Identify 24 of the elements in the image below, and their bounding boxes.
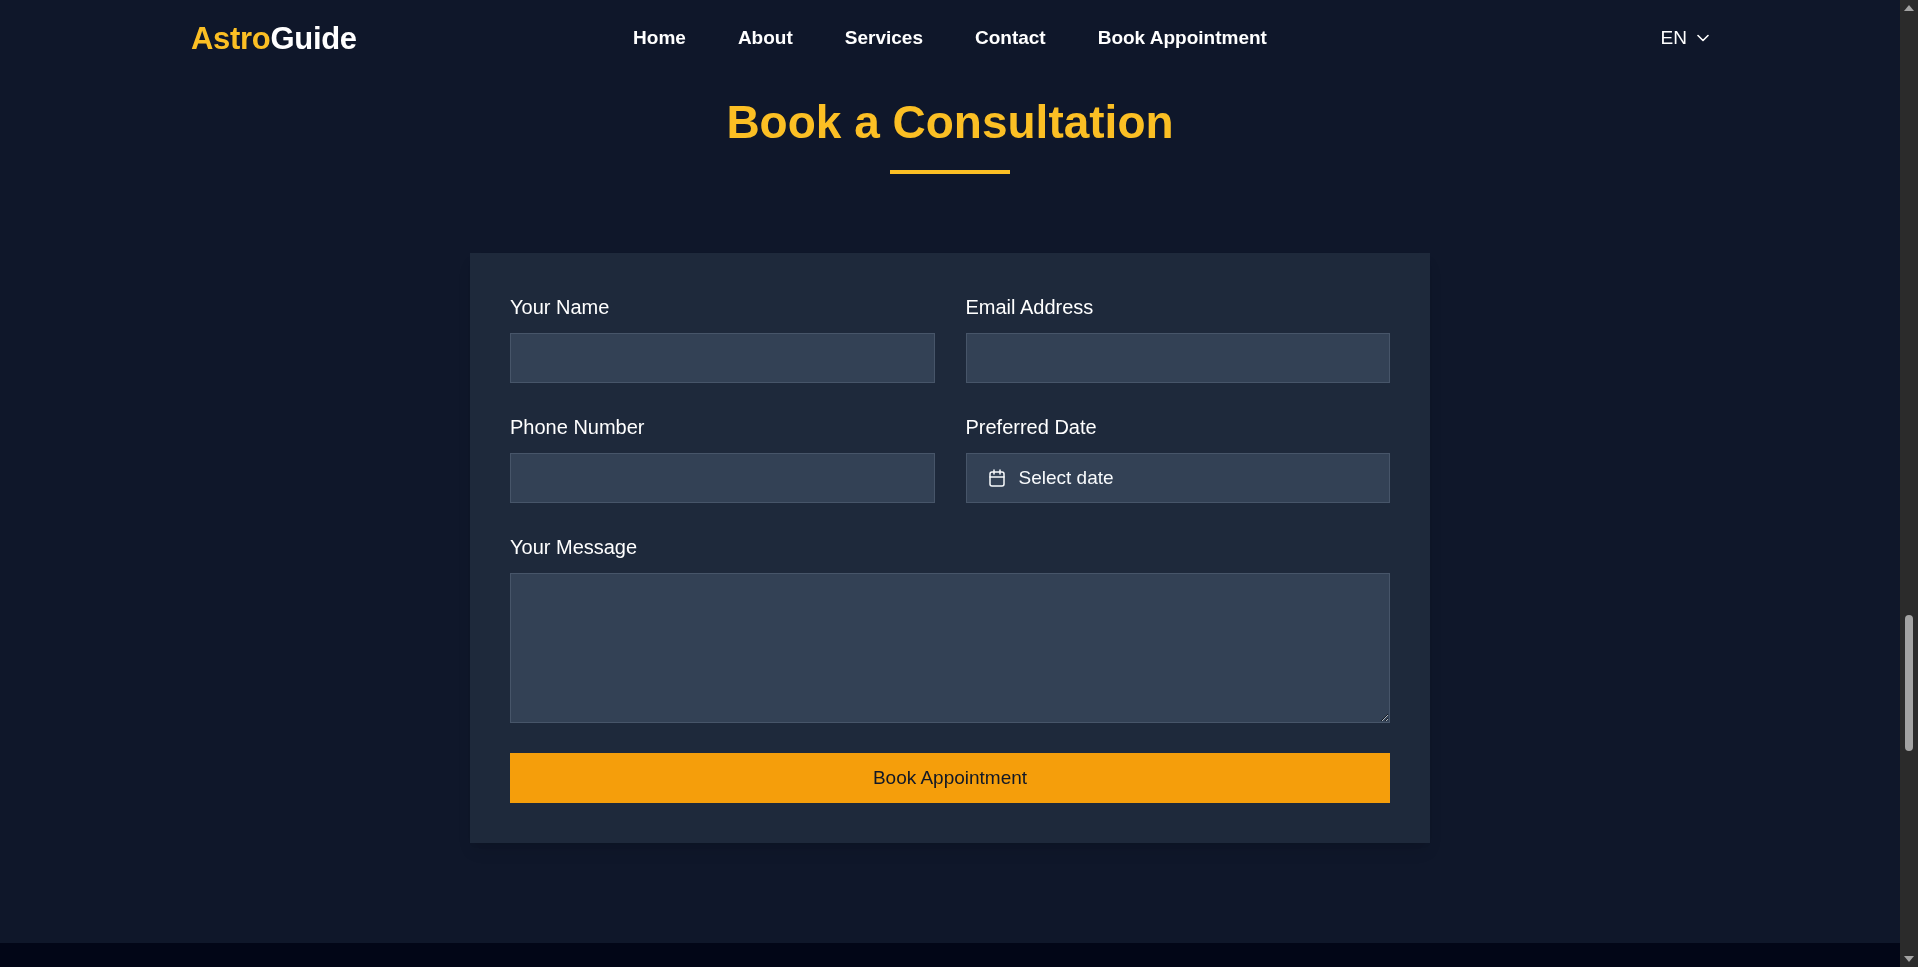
calendar-icon bbox=[987, 469, 1006, 487]
text-input[interactable] bbox=[510, 333, 935, 383]
field-label: Preferred Date bbox=[965, 415, 1098, 440]
message-textarea[interactable] bbox=[510, 573, 1390, 723]
nav-link[interactable]: Contact bbox=[974, 23, 1046, 53]
scroll-up-arrow-icon[interactable] bbox=[1904, 5, 1914, 11]
text-input[interactable] bbox=[510, 453, 935, 503]
text-input[interactable] bbox=[965, 333, 1390, 383]
chevron-down-icon bbox=[1697, 34, 1709, 42]
scrollbar-thumb[interactable] bbox=[1905, 615, 1913, 751]
nav-link[interactable]: Services bbox=[844, 23, 923, 53]
logo[interactable]: AstroGuide bbox=[191, 22, 357, 54]
nav-link[interactable]: Book Appointment bbox=[1097, 23, 1267, 53]
page-title: Book a Consultation bbox=[726, 98, 1174, 146]
language-selector[interactable]: EN bbox=[1660, 23, 1709, 53]
scroll-down-arrow-icon[interactable] bbox=[1904, 956, 1914, 962]
date-field[interactable]: Select date bbox=[965, 453, 1390, 503]
field-label: Email Address bbox=[965, 295, 1095, 320]
field-label: Your Name bbox=[510, 295, 611, 320]
nav-link[interactable]: Home bbox=[633, 23, 686, 53]
submit-button[interactable]: Book Appointment bbox=[510, 753, 1390, 803]
nav-link[interactable]: About bbox=[737, 23, 793, 53]
field-label: Phone Number bbox=[510, 415, 646, 440]
field-label: Your Message bbox=[510, 535, 639, 560]
